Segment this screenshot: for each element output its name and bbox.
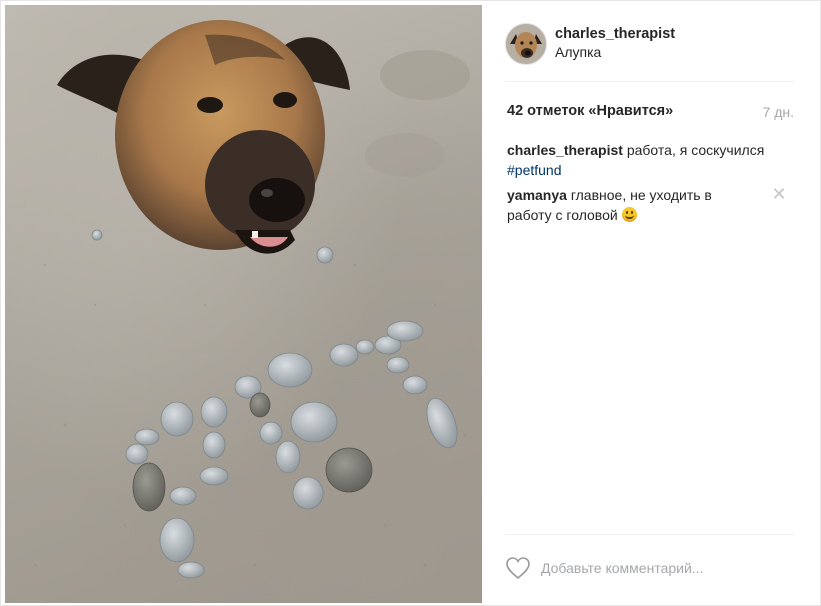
comment-item: charles_therapist работа, я соскучился #…	[507, 140, 779, 180]
post-author-username[interactable]: charles_therapist	[555, 26, 675, 42]
post-time[interactable]: 7 дн.	[763, 104, 794, 120]
post-details-panel: charles_therapist Алупка 42 отметок «Нра…	[483, 1, 820, 605]
comment-text: работа, я соскучился	[622, 142, 765, 158]
comment-username[interactable]: charles_therapist	[507, 142, 623, 158]
post-location[interactable]: Алупка	[555, 44, 601, 60]
delete-comment-close-icon[interactable]: ✕	[771, 185, 787, 205]
post-photo[interactable]	[5, 5, 482, 603]
hashtag-link[interactable]: #petfund	[507, 162, 562, 178]
header-divider	[505, 81, 794, 82]
dog-avatar-image	[506, 24, 546, 64]
comment-username[interactable]: yamanya	[507, 187, 567, 203]
smiling-face-emoji-icon	[621, 207, 637, 222]
likes-count[interactable]: 42 отметок «Нравится»	[507, 103, 673, 119]
post-header: charles_therapist Алупка	[505, 21, 795, 67]
add-comment-input[interactable]	[541, 556, 791, 580]
avatar[interactable]	[505, 23, 547, 65]
footer-divider	[505, 534, 794, 535]
comment-item: yamanya главное, не уходить в работу с г…	[507, 185, 787, 225]
comments-list: charles_therapist работа, я соскучился #…	[507, 140, 787, 225]
dog-in-sand-illustration	[33, 20, 470, 579]
post-container: charles_therapist Алупка 42 отметок «Нра…	[0, 0, 821, 606]
heart-outline-icon[interactable]	[505, 556, 531, 580]
comment-footer	[505, 554, 794, 584]
